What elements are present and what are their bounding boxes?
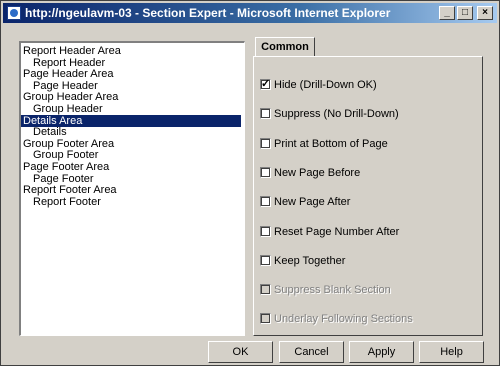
list-item[interactable]: Report Header [21, 57, 241, 69]
list-item[interactable]: Page Footer [21, 173, 241, 185]
checkbox [260, 313, 271, 325]
common-options-panel: Hide (Drill-Down OK) Suppress (No Drill-D… [253, 56, 483, 336]
ie-icon [7, 6, 21, 20]
list-item[interactable]: Page Header [21, 80, 241, 92]
sections-list[interactable]: Report Header Area Report Header Page Head… [19, 41, 245, 336]
list-item[interactable]: Page Footer Area [21, 161, 241, 173]
checkbox[interactable] [260, 196, 271, 208]
list-item-label: Page Footer Area [23, 161, 110, 173]
list-item-label: Group Header Area [23, 91, 119, 104]
minimize-button[interactable]: _ [439, 6, 455, 20]
checkbox[interactable] [260, 77, 271, 91]
list-item[interactable]: Group Footer Area [21, 138, 241, 150]
list-item[interactable]: Report Header Area [21, 45, 241, 57]
option-label: Print at Bottom of Page [274, 137, 388, 150]
option-label: New Page Before [274, 166, 361, 179]
checkbox [260, 284, 271, 296]
list-item-label: Page Header [33, 79, 98, 92]
list-item-label: Page Footer [33, 172, 94, 185]
list-item-label: Group Header [33, 103, 103, 115]
dialog-buttons: OK Cancel Apply Help [1, 341, 499, 365]
option-label: Suppress (No Drill-Down) [274, 108, 399, 121]
list-item-label: Group Footer Area [23, 137, 115, 150]
tab-common[interactable]: Common [255, 37, 315, 57]
list-item-label: Report Footer [33, 195, 101, 208]
list-item-label: Report Header [33, 56, 106, 69]
list-item-label: Group Footer [33, 149, 99, 162]
checkbox[interactable] [260, 137, 271, 149]
ok-button[interactable]: OK [208, 341, 273, 363]
list-item[interactable]: Report Footer Area [21, 184, 241, 196]
section-expert-window: http://ngeulavm-03 - Section Expert - Mi… [0, 0, 500, 366]
checkbox[interactable] [260, 166, 271, 178]
cancel-button[interactable]: Cancel [279, 341, 344, 363]
option-label: Keep Together [274, 254, 346, 267]
list-item[interactable]: Details [21, 126, 241, 138]
option-label: Underlay Following Sections [274, 313, 413, 326]
list-item-label: Report Header Area [23, 45, 121, 57]
list-item-label: Details Area [23, 114, 83, 127]
list-item[interactable]: Page Header Area [21, 68, 241, 80]
window-title: http://ngeulavm-03 - Section Expert - Mi… [25, 6, 391, 20]
list-item[interactable]: Details Area [21, 114, 241, 127]
list-item-label: Details [33, 126, 67, 139]
list-item-label: Page Header Area [23, 68, 114, 81]
list-item[interactable]: Report Footer [21, 196, 241, 208]
checkbox[interactable] [260, 254, 271, 266]
list-item-label: Report Footer Area [23, 184, 117, 197]
close-button[interactable]: × [477, 6, 493, 20]
option-label: Reset Page Number After [274, 225, 400, 238]
list-item[interactable]: Group Header [21, 103, 241, 115]
checkbox[interactable] [260, 108, 271, 120]
list-item[interactable]: Group Footer [21, 149, 241, 161]
option-label: Hide (Drill-Down OK) [274, 79, 377, 91]
option-label: Suppress Blank Section [274, 284, 391, 297]
title-bar[interactable]: http://ngeulavm-03 - Section Expert - Mi… [3, 3, 497, 23]
maximize-button[interactable]: □ [457, 6, 473, 20]
apply-button[interactable]: Apply [349, 341, 414, 363]
list-item[interactable]: Group Header Area [21, 91, 241, 103]
help-button[interactable]: Help [419, 341, 484, 363]
checkbox[interactable] [260, 225, 271, 237]
option-label: New Page After [274, 196, 351, 209]
